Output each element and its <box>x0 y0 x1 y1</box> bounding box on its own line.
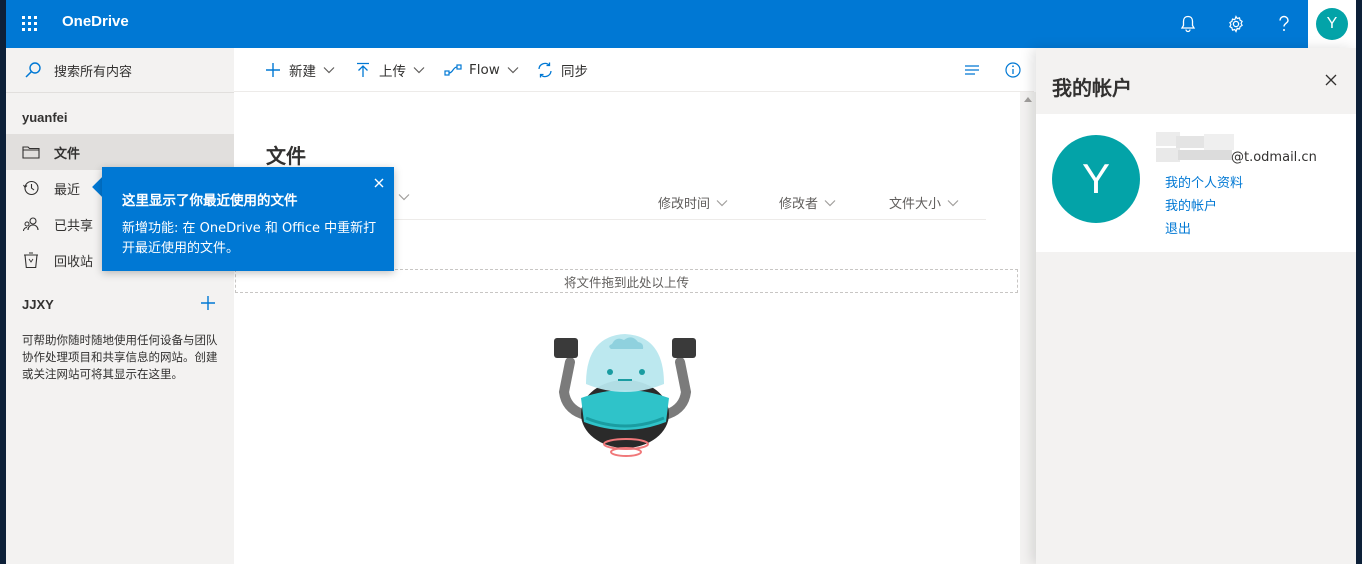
window-frame: OneDrive Y 搜索所有内容 yuanfei 文件 最近 已共享 回收站 … <box>0 0 1362 564</box>
column-header-modified-by[interactable]: 修改者 <box>779 193 836 212</box>
app-launcher-icon[interactable] <box>18 12 42 36</box>
vertical-scrollbar[interactable] <box>1020 92 1036 564</box>
upload-button-label: 上传 <box>379 64 406 80</box>
column-header-modified[interactable]: 修改时间 <box>658 193 728 212</box>
sidebar-item-label: 最近 <box>54 182 81 198</box>
column-header-name-chevron[interactable] <box>392 193 410 201</box>
column-header-label: 修改者 <box>779 197 819 212</box>
sidebar-item-label: 文件 <box>54 146 81 162</box>
chevron-down-icon <box>947 199 959 206</box>
my-profile-link[interactable]: 我的个人资料 <box>1165 172 1243 191</box>
chevron-down-icon <box>716 199 728 206</box>
my-account-link[interactable]: 我的帐户 <box>1165 195 1217 214</box>
chevron-down-icon <box>507 67 519 74</box>
close-icon[interactable] <box>1324 72 1338 86</box>
avatar[interactable]: Y <box>1316 8 1348 40</box>
chevron-down-icon <box>323 67 335 74</box>
add-site-plus-icon[interactable] <box>199 294 217 312</box>
upload-button[interactable]: 上传 <box>354 48 425 92</box>
callout-title: 这里显示了你最近使用的文件 <box>122 193 298 209</box>
column-header-label: 文件大小 <box>889 197 942 212</box>
search-box[interactable]: 搜索所有内容 <box>6 48 234 92</box>
account-email: @t.odmail.cn <box>1231 150 1317 165</box>
new-button-label: 新建 <box>289 64 316 80</box>
account-panel: 我的帐户 Y @t.odmail.cn 我的个人资料 我的帐户 退出 <box>1036 48 1356 564</box>
sync-icon <box>536 61 554 79</box>
sync-button[interactable]: 同步 <box>536 48 588 92</box>
column-header-size[interactable]: 文件大小 <box>889 193 959 212</box>
flow-button[interactable]: Flow <box>444 48 519 92</box>
main-content: 文件 修改时间 修改者 文件大小 将文件拖到此处以上传 <box>234 92 1020 564</box>
bell-icon[interactable] <box>1174 10 1202 38</box>
page-title: 文件 <box>266 144 306 168</box>
search-icon <box>24 61 42 79</box>
flow-icon <box>444 61 462 79</box>
sidebar-item-files[interactable]: 文件 <box>6 134 234 170</box>
sidebar-item-label: 回收站 <box>54 254 94 270</box>
sign-out-link[interactable]: 退出 <box>1165 218 1191 237</box>
chevron-down-icon <box>824 199 836 206</box>
search-input[interactable]: 搜索所有内容 <box>54 61 132 80</box>
chevron-down-icon <box>413 67 425 74</box>
dropzone-label: 将文件拖到此处以上传 <box>563 274 689 290</box>
clock-icon <box>22 179 40 197</box>
suite-header: OneDrive Y <box>6 0 1356 48</box>
panel-title: 我的帐户 <box>1052 76 1132 100</box>
gear-icon[interactable] <box>1222 10 1250 38</box>
upload-dropzone[interactable]: 将文件拖到此处以上传 <box>235 269 1018 293</box>
view-options-icon[interactable] <box>964 48 980 92</box>
sites-description: 可帮助你随时随地使用任何设备与团队协作处理项目和共享信息的网站。创建或关注网站可… <box>22 333 218 381</box>
divider <box>6 92 234 93</box>
column-header-label: 修改时间 <box>658 197 711 212</box>
recycle-bin-icon <box>22 251 40 269</box>
left-navigation: 搜索所有内容 yuanfei 文件 最近 已共享 回收站 JJXY 可帮助你随时… <box>6 48 234 564</box>
close-icon[interactable] <box>372 175 386 189</box>
me-control[interactable]: Y <box>1308 0 1356 48</box>
brand-title[interactable]: OneDrive <box>62 13 129 30</box>
help-icon[interactable] <box>1270 10 1298 38</box>
account-name: yuanfei <box>22 110 68 125</box>
new-button[interactable]: 新建 <box>264 48 335 92</box>
info-icon[interactable] <box>1004 48 1022 92</box>
empty-state-robot-illustration <box>554 334 696 457</box>
upload-arrow-icon <box>354 61 372 79</box>
flow-button-label: Flow <box>469 62 500 78</box>
command-bar: 新建 上传 Flow 同步 <box>234 48 1034 92</box>
folder-icon <box>22 143 40 161</box>
browser-viewport: OneDrive Y 搜索所有内容 yuanfei 文件 最近 已共享 回收站 … <box>6 0 1356 564</box>
avatar: Y <box>1052 135 1140 223</box>
people-icon <box>22 215 40 233</box>
account-card: Y @t.odmail.cn 我的个人资料 我的帐户 退出 <box>1036 114 1356 252</box>
callout-body: 新增功能: 在 OneDrive 和 Office 中重新打开最近使用的文件。 <box>122 221 377 256</box>
sync-button-label: 同步 <box>561 64 588 80</box>
scroll-up-arrow-icon[interactable] <box>1024 97 1032 102</box>
redacted-name <box>1156 132 1234 162</box>
sites-heading: JJXY <box>22 297 54 312</box>
teaching-callout: 这里显示了你最近使用的文件 新增功能: 在 OneDrive 和 Office … <box>102 167 394 271</box>
plus-icon <box>264 61 282 79</box>
chevron-down-icon <box>398 194 410 201</box>
sidebar-item-label: 已共享 <box>54 218 94 234</box>
